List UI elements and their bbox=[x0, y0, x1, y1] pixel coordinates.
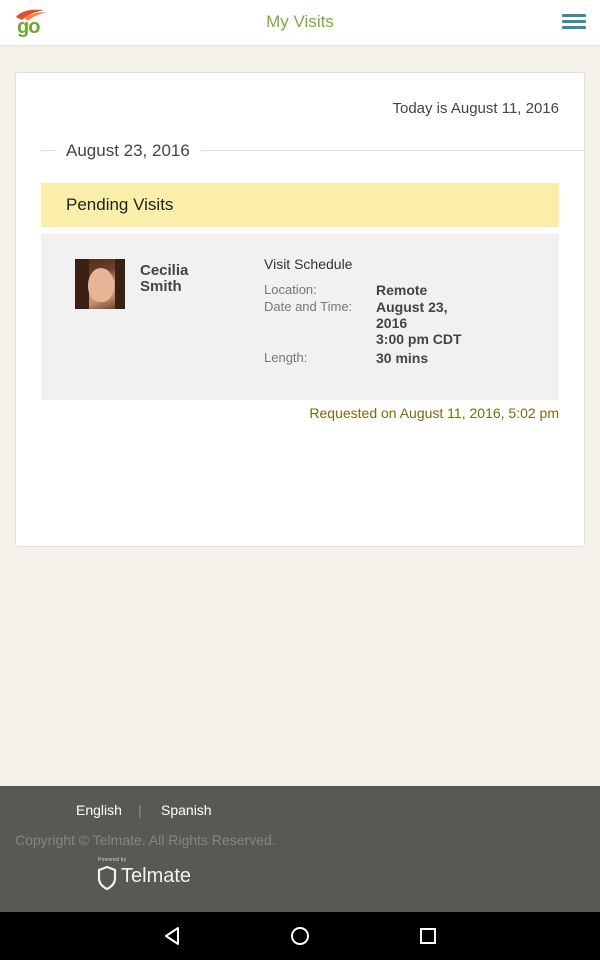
footer: English | Spanish Copyright © Telmate. A… bbox=[0, 786, 600, 912]
requested-timestamp: Requested on August 11, 2016, 5:02 pm bbox=[309, 405, 559, 421]
android-nav-bar bbox=[0, 912, 600, 960]
datetime-label: Date and Time: bbox=[264, 299, 353, 314]
language-separator: | bbox=[138, 802, 142, 818]
date-line: August 23, bbox=[376, 299, 448, 315]
avatar bbox=[75, 259, 125, 309]
hamburger-menu-icon[interactable] bbox=[560, 12, 588, 34]
back-triangle-icon[interactable] bbox=[160, 924, 184, 948]
date-line: 2016 bbox=[376, 315, 408, 331]
time-value: 3:00 pm CDT bbox=[376, 331, 462, 347]
powered-by-text: Powered by bbox=[98, 857, 127, 863]
length-value: 30 mins bbox=[376, 350, 429, 366]
visitor-last-name: Smith bbox=[140, 278, 182, 295]
divider bbox=[41, 150, 57, 151]
location-value: Remote bbox=[376, 282, 428, 298]
pending-visits-header: Pending Visits bbox=[41, 183, 559, 227]
length-label: Length: bbox=[264, 350, 308, 365]
copyright-text: Copyright © Telmate. All Rights Reserved… bbox=[15, 832, 276, 848]
date-heading: August 23, 2016 bbox=[66, 141, 190, 160]
visitor-name: Cecilia Smith bbox=[140, 263, 188, 295]
page-title: My Visits bbox=[266, 12, 334, 31]
home-circle-icon[interactable] bbox=[288, 924, 312, 948]
visitor-first-name: Cecilia bbox=[140, 262, 189, 279]
app-header: go My Visits bbox=[0, 0, 600, 46]
english-link[interactable]: English bbox=[76, 802, 122, 818]
divider bbox=[201, 150, 586, 151]
visits-card: Today is August 11, 2016 August 23, 2016… bbox=[15, 72, 586, 547]
shield-icon bbox=[97, 865, 117, 891]
telmate-logo: Telmate bbox=[96, 865, 196, 891]
recents-square-icon[interactable] bbox=[416, 924, 440, 948]
today-date: Today is August 11, 2016 bbox=[392, 100, 559, 117]
spanish-link[interactable]: Spanish bbox=[161, 802, 212, 818]
visit-item[interactable]: Cecilia Smith Visit Schedule Location: R… bbox=[41, 234, 559, 400]
schedule-title: Visit Schedule bbox=[264, 256, 353, 272]
brand-name: Telmate bbox=[121, 865, 192, 887]
datetime-value: August 23, 2016 3:00 pm CDT bbox=[376, 299, 462, 347]
location-label: Location: bbox=[264, 282, 317, 297]
